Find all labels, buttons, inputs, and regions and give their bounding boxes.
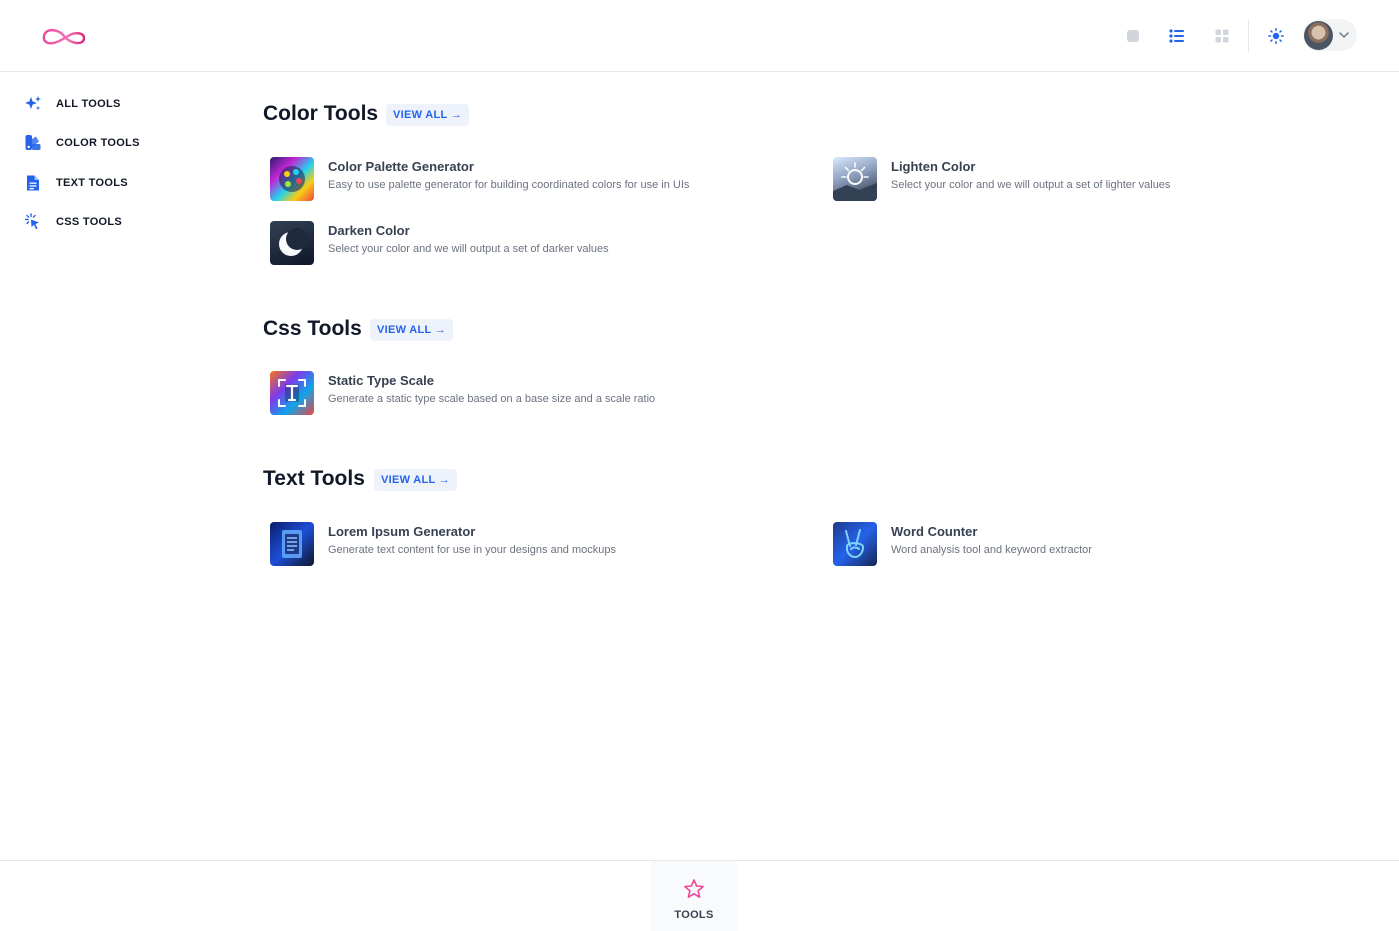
tool-description: Word analysis tool and keyword extractor [891, 544, 1092, 556]
view-all-css-tools-button[interactable]: VIEW ALL → [370, 319, 453, 341]
section-title-css-tools: Css Tools [263, 317, 362, 340]
section-title-color-tools: Color Tools [263, 102, 379, 125]
grid-view-icon[interactable] [1210, 24, 1234, 48]
palette-thumbnail-icon [270, 157, 314, 201]
header-divider [1248, 20, 1249, 52]
tool-lorem-ipsum-generator[interactable]: Lorem Ipsum Generator Generate text cont… [270, 522, 790, 566]
sidebar-item-label: COLOR TOOLS [56, 137, 140, 149]
section-title-text-tools: Text Tools [263, 467, 365, 490]
tool-word-counter[interactable]: Word Counter Word analysis tool and keyw… [833, 522, 1353, 566]
tool-name: Color Palette Generator [328, 159, 474, 174]
tool-description: Easy to use palette generator for buildi… [328, 179, 690, 191]
single-view-icon[interactable] [1121, 24, 1145, 48]
sidebar-item-all-tools[interactable]: ALL TOOLS [24, 92, 120, 116]
moon-thumbnail-icon [270, 221, 314, 265]
tool-color-palette-generator[interactable]: Color Palette Generator Easy to use pale… [270, 157, 790, 201]
infinity-logo-icon[interactable] [40, 20, 88, 52]
sun-thumbnail-icon [833, 157, 877, 201]
list-view-icon[interactable] [1165, 24, 1189, 48]
document-thumbnail-icon [270, 522, 314, 566]
user-menu-button[interactable] [1303, 19, 1357, 51]
app-header [0, 0, 1399, 72]
avatar [1304, 20, 1333, 50]
sparkles-icon [24, 95, 42, 113]
sidebar-item-color-tools[interactable]: COLOR TOOLS [24, 131, 139, 155]
theme-sun-icon[interactable] [1264, 24, 1288, 48]
swatch-icon [24, 134, 42, 152]
tool-static-type-scale[interactable]: Static Type Scale Generate a static type… [270, 371, 790, 415]
tool-name: Lighten Color [891, 159, 976, 174]
sidebar-item-label: TEXT TOOLS [56, 177, 128, 189]
tool-lighten-color[interactable]: Lighten Color Select your color and we w… [833, 157, 1353, 201]
tool-darken-color[interactable]: Darken Color Select your color and we wi… [270, 221, 790, 265]
tool-description: Generate a static type scale based on a … [328, 393, 656, 405]
bottom-tab-label: TOOLS [674, 909, 714, 921]
chevron-down-icon [1339, 32, 1349, 38]
tool-name: Darken Color [328, 223, 410, 238]
type-scale-thumbnail-icon [270, 371, 314, 415]
sidebar-item-text-tools[interactable]: TEXT TOOLS [24, 171, 128, 195]
star-icon [683, 878, 705, 905]
bottom-tab-tools[interactable]: TOOLS [651, 861, 737, 931]
sidebar-item-css-tools[interactable]: CSS TOOLS [24, 210, 122, 234]
tool-name: Word Counter [891, 524, 978, 539]
tool-description: Select your color and we will output a s… [328, 243, 609, 255]
tool-description: Select your color and we will output a s… [891, 179, 1171, 191]
sidebar-item-label: ALL TOOLS [56, 98, 121, 110]
view-all-color-tools-button[interactable]: VIEW ALL → [386, 104, 469, 126]
tool-name: Lorem Ipsum Generator [328, 524, 476, 539]
document-icon [24, 174, 42, 192]
victory-hand-thumbnail-icon [833, 522, 877, 566]
sidebar-item-label: CSS TOOLS [56, 216, 123, 228]
cursor-click-icon [24, 213, 42, 231]
tool-name: Static Type Scale [328, 373, 434, 388]
tool-description: Generate text content for use in your de… [328, 544, 616, 556]
bottom-nav: TOOLS [0, 860, 1399, 931]
view-all-text-tools-button[interactable]: VIEW ALL → [374, 469, 457, 491]
